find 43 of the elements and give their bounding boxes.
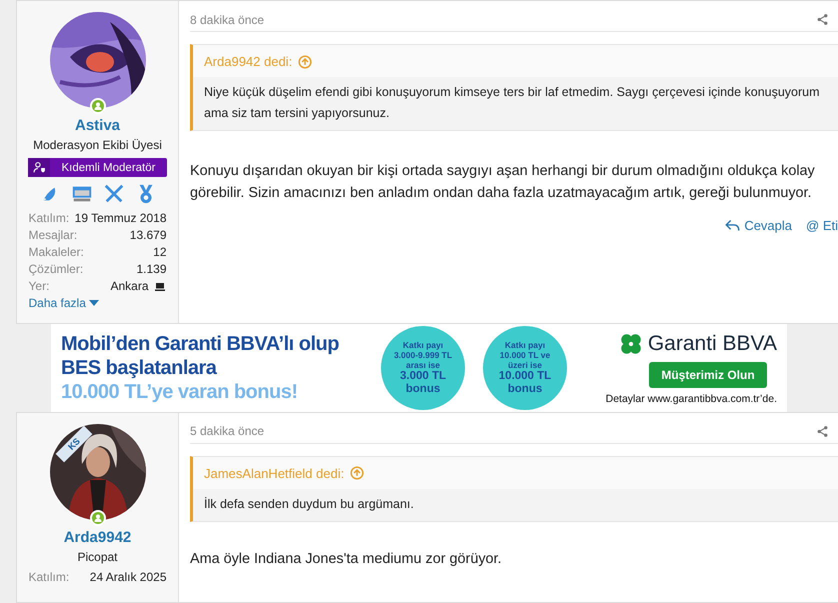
stat-value: 24 Aralık 2025 xyxy=(90,568,166,586)
stat-label: Katılım: xyxy=(28,568,70,586)
ad-highlight: 10.000 TL’ye varan bonus! xyxy=(61,380,298,404)
username[interactable]: Astiva xyxy=(74,117,120,134)
arrow-up-circle-icon xyxy=(298,54,312,68)
arrow-up-circle-icon xyxy=(350,466,364,480)
user-badge: Kıdemli Moderatör xyxy=(28,158,167,177)
stat-value: 13.679 xyxy=(130,227,166,244)
stat-label: Çözümler: xyxy=(28,261,84,278)
ad-headline: Mobil’den Garanti BBVA’lı olup xyxy=(61,332,340,356)
ad-headline: BES başlatanlara xyxy=(61,356,218,380)
quote-text: Niye küçük düşelim efendi gibi konuşuyorum kimseye ters bir laf etmedim. Saygı çerçevesi içinde konuşuyorum ama siz tam tersini yapıyorsunuz. xyxy=(193,77,838,130)
mention-link[interactable]: @ Eti xyxy=(806,218,838,233)
username[interactable]: Arda9942 xyxy=(64,528,132,546)
user-title: Picopat xyxy=(77,550,118,564)
laptop-icon xyxy=(152,280,166,292)
post-time[interactable]: 5 dakika önce xyxy=(190,424,264,438)
ad-button[interactable]: Müşterimiz Olun xyxy=(649,362,767,388)
ad-footnote: Detaylar www.garantibbva.com.tr’de. xyxy=(606,392,777,405)
advertisement-banner[interactable] xyxy=(51,324,787,412)
more-link[interactable]: Daha fazla xyxy=(28,295,166,312)
caret-icon xyxy=(88,300,99,307)
brand-logo: Garanti BBVA xyxy=(648,332,777,356)
reply-icon xyxy=(725,219,740,232)
stat-label: Mesajlar: xyxy=(28,227,78,244)
share-icon xyxy=(816,424,829,438)
user-shield-icon xyxy=(32,161,46,174)
stat-value: 1.139 xyxy=(136,261,166,278)
stat-label: Yer: xyxy=(28,278,50,295)
share-icon xyxy=(816,13,829,26)
stat-value: 12 xyxy=(153,244,166,261)
quote-text: İlk defa senden duydum bu argümanı. xyxy=(193,488,838,521)
stat-value: Ankara xyxy=(110,278,148,295)
stat-label: Makaleler: xyxy=(28,244,84,261)
user-title: Moderasyon Ekibi Üyesi xyxy=(33,138,162,152)
offer-circle: Katkı payı 10.000 TL ve üzeri ise 10.000 TL bonus xyxy=(483,326,567,410)
post-text: Ama öyle Indiana Jones'ta mediumu zor görüyor. xyxy=(190,550,503,569)
offer-circle: Katkı payı 3.000-9.999 TL arası ise 3.000 TL bonus xyxy=(381,326,465,410)
post-time[interactable]: 8 dakika önce xyxy=(190,12,264,26)
stat-value: 19 Temmuz 2018 xyxy=(74,210,166,227)
reply-link[interactable]: Cevapla xyxy=(725,218,792,233)
stat-label: Katılım: xyxy=(28,210,70,227)
post-text: Konuyu dışarıdan okuyan bir kişi ortada saygıyı aşan herhangi bir durum olmadığını oldukça kolay görebilir. Sizin amacınızı ben anladım ondan daha fazla uzatmayacağım artık, gereği bulunmuyor. xyxy=(190,162,816,203)
